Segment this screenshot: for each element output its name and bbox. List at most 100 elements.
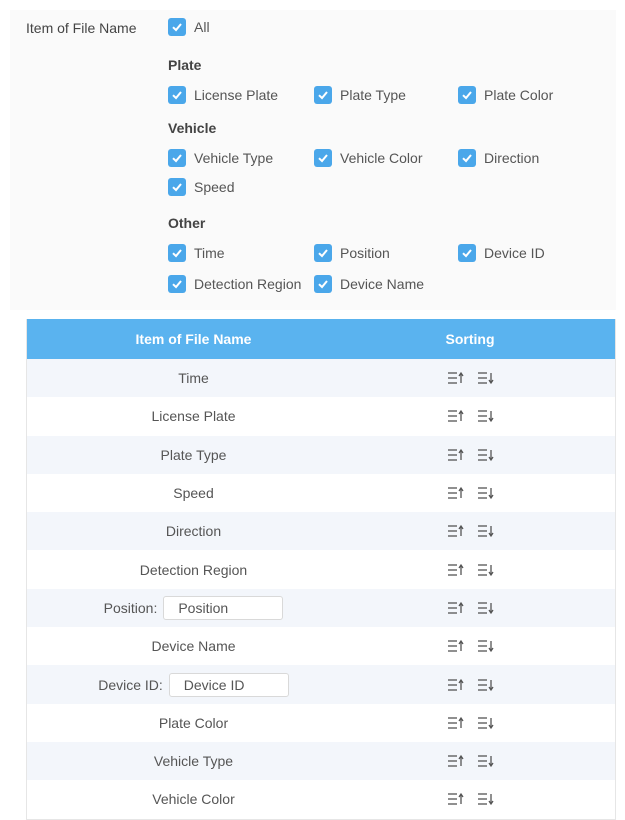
- row-sorting: [447, 550, 495, 588]
- sort-descending-icon[interactable]: [477, 792, 495, 806]
- checkbox-label: Position: [340, 245, 390, 261]
- row-item-name: Speed: [27, 474, 360, 512]
- check-icon: [168, 18, 186, 36]
- row-label: Device ID:: [98, 676, 163, 693]
- check-icon: [314, 149, 332, 167]
- sort-ascending-icon[interactable]: [447, 486, 465, 500]
- table-row[interactable]: Vehicle Color: [27, 780, 615, 818]
- sort-ascending-icon[interactable]: [447, 639, 465, 653]
- checkbox-label: Vehicle Color: [340, 150, 423, 166]
- checkbox-all-label: All: [194, 19, 210, 35]
- row-custom-text-input[interactable]: [163, 595, 284, 620]
- checkbox-plate-color[interactable]: Plate Color: [458, 86, 553, 104]
- checkbox-speed[interactable]: Speed: [168, 178, 234, 196]
- check-icon: [458, 86, 476, 104]
- sort-descending-icon[interactable]: [477, 448, 495, 462]
- sort-ascending-icon[interactable]: [447, 448, 465, 462]
- checkbox-vehicle-type[interactable]: Vehicle Type: [168, 149, 273, 167]
- sort-ascending-icon[interactable]: [447, 601, 465, 615]
- check-icon: [314, 86, 332, 104]
- row-label: Plate Type: [160, 446, 227, 463]
- checkbox-device-name[interactable]: Device Name: [314, 275, 424, 293]
- file-name-options: Item of File Name All Plate License Plat…: [10, 10, 616, 310]
- table-row[interactable]: Plate Type: [27, 435, 615, 474]
- table-row[interactable]: Vehicle Type: [27, 741, 615, 781]
- row-sorting: [447, 780, 495, 818]
- row-label: Vehicle Color: [152, 791, 235, 808]
- header-item-of-file-name: Item of File Name: [135, 331, 252, 347]
- sort-ascending-icon[interactable]: [447, 563, 465, 577]
- sort-descending-icon[interactable]: [477, 371, 495, 385]
- row-item-name: Plate Color: [27, 704, 360, 742]
- sort-ascending-icon[interactable]: [447, 792, 465, 806]
- row-label: Plate Color: [158, 714, 229, 731]
- checkbox-position[interactable]: Position: [314, 244, 390, 262]
- table-row[interactable]: Device ID:: [27, 665, 615, 704]
- checkbox-label: Detection Region: [194, 276, 302, 292]
- sort-descending-icon[interactable]: [477, 754, 495, 768]
- check-icon: [168, 178, 186, 196]
- sort-descending-icon[interactable]: [477, 639, 495, 653]
- row-item-name: License Plate: [27, 397, 360, 435]
- row-sorting: [447, 704, 495, 742]
- sort-descending-icon[interactable]: [477, 409, 495, 423]
- checkbox-label: Device ID: [484, 245, 545, 261]
- table-row[interactable]: Time: [27, 359, 615, 398]
- check-icon: [314, 244, 332, 262]
- row-label: License Plate: [151, 408, 236, 425]
- sort-ascending-icon[interactable]: [447, 524, 465, 538]
- checkbox-license-plate[interactable]: License Plate: [168, 86, 278, 104]
- sort-descending-icon[interactable]: [477, 563, 495, 577]
- table-row[interactable]: Device Name: [27, 627, 615, 665]
- sort-ascending-icon[interactable]: [447, 716, 465, 730]
- row-item-name: Time: [27, 359, 360, 397]
- sort-descending-icon[interactable]: [477, 601, 495, 615]
- sort-descending-icon[interactable]: [477, 678, 495, 692]
- checkbox-label: Device Name: [340, 276, 425, 292]
- sort-ascending-icon[interactable]: [447, 371, 465, 385]
- row-sorting: [447, 589, 495, 627]
- row-label: Vehicle Type: [153, 753, 234, 770]
- checkbox-device-id[interactable]: Device ID: [458, 244, 545, 262]
- checkbox-plate-type[interactable]: Plate Type: [314, 86, 406, 104]
- row-sorting: [447, 397, 495, 435]
- header-sorting: Sorting: [445, 331, 495, 347]
- row-custom-text-input[interactable]: [168, 672, 289, 697]
- table-row[interactable]: Detection Region: [27, 550, 615, 588]
- check-icon: [168, 244, 186, 262]
- sort-descending-icon[interactable]: [477, 716, 495, 730]
- checkbox-vehicle-color[interactable]: Vehicle Color: [314, 149, 423, 167]
- row-item-name: Vehicle Type: [27, 742, 360, 780]
- table-row[interactable]: Direction: [27, 512, 615, 551]
- checkbox-direction[interactable]: Direction: [458, 149, 539, 167]
- row-sorting: [447, 665, 495, 703]
- row-label: Device Name: [151, 638, 236, 655]
- checkbox-label: Speed: [194, 179, 235, 195]
- row-item-name: Device ID:: [27, 665, 360, 703]
- table-row[interactable]: Position:: [27, 588, 615, 628]
- sort-ascending-icon[interactable]: [447, 409, 465, 423]
- table-header: Item of File Name Sorting: [27, 319, 615, 359]
- row-item-name: Plate Type: [27, 436, 360, 474]
- sort-descending-icon[interactable]: [477, 486, 495, 500]
- row-item-name: Detection Region: [27, 550, 360, 588]
- checkbox-detection-region[interactable]: Detection Region: [168, 275, 301, 293]
- table-row[interactable]: License Plate: [27, 397, 615, 435]
- sort-ascending-icon[interactable]: [447, 754, 465, 768]
- row-sorting: [447, 627, 495, 665]
- row-item-name: Vehicle Color: [27, 780, 360, 818]
- row-sorting: [447, 742, 495, 780]
- row-item-name: Device Name: [27, 627, 360, 665]
- sort-ascending-icon[interactable]: [447, 678, 465, 692]
- group-title-other: Other: [168, 215, 206, 231]
- checkbox-label: Vehicle Type: [194, 150, 274, 166]
- row-sorting: [447, 512, 495, 550]
- item-of-file-name-label: Item of File Name: [26, 20, 137, 36]
- row-label: Detection Region: [139, 561, 248, 578]
- sort-descending-icon[interactable]: [477, 524, 495, 538]
- table-row[interactable]: Speed: [27, 474, 615, 512]
- row-sorting: [447, 436, 495, 474]
- checkbox-all[interactable]: All: [168, 18, 210, 36]
- checkbox-time[interactable]: Time: [168, 244, 225, 262]
- table-row[interactable]: Plate Color: [27, 704, 615, 742]
